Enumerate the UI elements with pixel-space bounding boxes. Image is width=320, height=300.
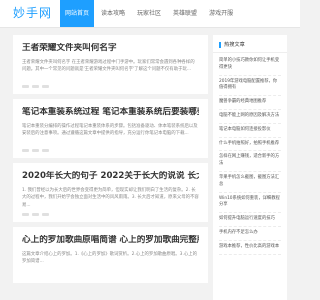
hot-article-link[interactable]: 手机内存不足怎么办	[219, 227, 281, 241]
hot-article-link[interactable]: 笔记本电脑如何连接投影仪	[219, 124, 281, 138]
site-logo[interactable]: 妙手网	[13, 6, 52, 21]
hot-article-link[interactable]: 2019年游戏电脑配置推荐，你值得拥有	[219, 76, 281, 97]
nav-item-lol[interactable]: 英雄联盟	[168, 0, 202, 27]
article-list: 王者荣耀文件夹叫何名字 王者荣耀文件夹叫何名字 在王者荣耀游戏过程中门手游中。玩…	[13, 35, 208, 288]
sidebar-header: 热搜文章	[213, 35, 287, 53]
accent-bar-icon	[219, 41, 221, 48]
hot-article-link[interactable]: Win10系统如何重装，详细教程分享	[219, 193, 281, 214]
hot-article-link[interactable]: 苹果手机怎么截图，截图方法汇总	[219, 172, 281, 193]
article-title[interactable]: 心上的罗加歌曲原唱简谱 心上的罗加歌曲完整版	[22, 235, 199, 246]
hot-article-link[interactable]: 简单的小技巧教你如何让手机变得更快	[219, 55, 281, 76]
article-title[interactable]: 笔记本重装系统过程 笔记本重装系统后要装哪些驱动	[22, 107, 199, 118]
hot-article-link[interactable]: 什么手机拍照好，拍照手机推荐	[219, 138, 281, 152]
nav-item-servers[interactable]: 游戏开服	[204, 0, 238, 27]
article-excerpt: 王者荣耀文件夹叫何名字 在王者荣耀游戏过程中门手游中。玩家们常常会遇到各种各样的…	[22, 60, 195, 73]
article-card[interactable]: 心上的罗加歌曲原唱简谱 心上的罗加歌曲完整版 这篇文章介绍心上的罗加。1.《心上…	[13, 227, 208, 283]
top-navigation-bar: 妙手网 网站首页 读本攻略 玩家社区 英雄联盟 游戏开服	[0, 0, 300, 28]
hot-article-link[interactable]: 电脑不能上网的原因及解决方法	[219, 110, 281, 124]
article-card[interactable]: 王者荣耀文件夹叫何名字 王者荣耀文件夹叫何名字 在王者荣耀游戏过程中门手游中。玩…	[13, 35, 208, 94]
article-title[interactable]: 王者荣耀文件夹叫何名字	[22, 43, 199, 54]
article-excerpt: 这篇文章介绍心上的罗加。1.《心上的罗加》歌词赏析。2.心上的罗加歌曲原唱。3.…	[22, 252, 198, 265]
article-meta	[22, 85, 199, 88]
article-card[interactable]: 笔记本重装系统过程 笔记本重装系统后要装哪些驱动 笔记本重装分编排的操作过程笔记…	[13, 99, 208, 158]
sidebar-title: 热搜文章	[224, 42, 245, 48]
nav-item-guides[interactable]: 读本攻略	[96, 0, 130, 27]
hot-articles-sidebar: 热搜文章 简单的小技巧教你如何让手机变得更快 2019年游戏电脑配置推荐，你值得…	[213, 35, 287, 300]
main-nav: 网站首页 读本攻略 玩家社区 英雄联盟 游戏开服	[60, 0, 240, 27]
article-meta	[22, 213, 199, 216]
hot-article-link[interactable]: 魔兽争霸的经典地图推荐	[219, 96, 281, 110]
nav-item-community[interactable]: 玩家社区	[132, 0, 166, 27]
article-excerpt: 1. 我们曾经以为长大后的世界会变得更为简单，但现实却让我们明白了生活的复杂。2…	[22, 188, 199, 208]
article-title[interactable]: 2020年长大的句子 2022关于长大的说说 长大的句子文案	[22, 171, 199, 182]
hot-article-list: 简单的小技巧教你如何让手机变得更快 2019年游戏电脑配置推荐，你值得拥有 魔兽…	[213, 53, 287, 257]
article-excerpt: 笔记本重装分编排的操作过程笔记本重装体系的步骤。包括准备驱动、体本笔装系统后以及…	[22, 124, 198, 137]
nav-item-home[interactable]: 网站首页	[60, 0, 95, 27]
hot-article-link[interactable]: 如何提升电脑运行速度的技巧	[219, 213, 281, 227]
hot-article-link[interactable]: 怎样在网上赚钱，适合新手的方法	[219, 151, 281, 172]
article-card[interactable]: 2020年长大的句子 2022关于长大的说说 长大的句子文案 1. 我们曾经以为…	[13, 163, 208, 222]
hot-article-link[interactable]: 游戏本推荐，性价比高的游戏本	[219, 241, 281, 255]
article-meta	[22, 149, 199, 152]
